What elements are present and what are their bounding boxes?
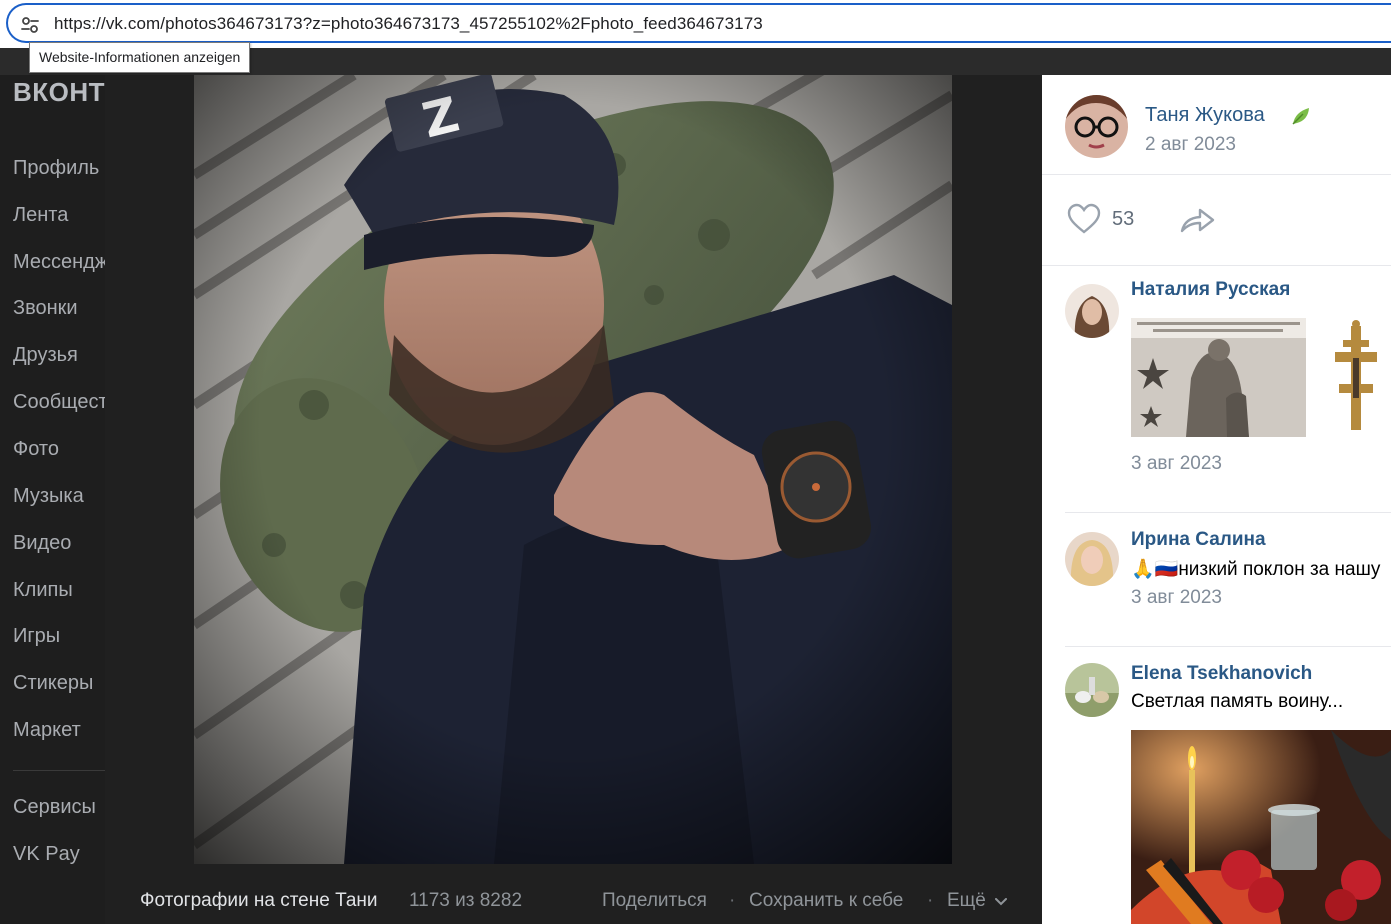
- post-panel: Таня Жукова 2 авг 2023 53 Наталия Русска…: [1042, 75, 1391, 924]
- comment-date[interactable]: 3 авг 2023: [1131, 453, 1222, 475]
- sidebar-item-clips[interactable]: Клипы: [13, 579, 73, 602]
- sidebar-item-profile[interactable]: Профиль: [13, 157, 99, 180]
- sidebar-item-games[interactable]: Игры: [13, 625, 60, 648]
- vk-page: ВКОНТ Профиль Лента Мессендж Звонки Друз…: [0, 48, 1391, 924]
- comment-attachment-image[interactable]: [1131, 318, 1306, 437]
- comment-author[interactable]: Ирина Салина: [1131, 529, 1266, 551]
- more-button[interactable]: Ещё: [947, 890, 986, 912]
- photo[interactable]: Z: [194, 75, 952, 864]
- share-icon[interactable]: [1179, 204, 1217, 236]
- save-button[interactable]: Сохранить к себе: [749, 890, 903, 912]
- url-text[interactable]: https://vk.com/photos364673173?z=photo36…: [54, 14, 763, 34]
- sidebar-item-photos[interactable]: Фото: [13, 438, 59, 461]
- comment-divider: [1065, 512, 1391, 513]
- photo-counter: 1173 из 8282: [409, 890, 523, 911]
- sidebar-item-friends[interactable]: Друзья: [13, 344, 78, 367]
- like-count: 53: [1112, 208, 1135, 230]
- browser-toolbar: https://vk.com/photos364673173?z=photo36…: [0, 0, 1391, 48]
- site-info-tooltip: Website-Informationen anzeigen: [29, 42, 251, 73]
- sidebar-item-video[interactable]: Видео: [13, 532, 71, 555]
- comment-divider: [1065, 646, 1391, 647]
- comment-text: Светлая память воину...: [1131, 691, 1344, 712]
- album-caption[interactable]: Фотографии на стене Тани: [140, 890, 378, 912]
- site-info-icon[interactable]: [18, 13, 42, 37]
- post-header: Таня Жукова 2 авг 2023: [1042, 75, 1391, 175]
- comment-author[interactable]: Наталия Русская: [1131, 279, 1290, 301]
- avatar[interactable]: [1065, 663, 1119, 717]
- sidebar-item-communities[interactable]: Сообщест: [13, 391, 105, 414]
- sidebar-item-music[interactable]: Музыка: [13, 485, 84, 508]
- sidebar-item-services[interactable]: Сервисы: [13, 796, 96, 819]
- share-button[interactable]: Поделиться: [602, 890, 707, 912]
- comment-text: 🙏🇷🇺низкий поклон за нашу: [1131, 559, 1381, 580]
- comment-author[interactable]: Elena Tsekhanovich: [1131, 663, 1312, 685]
- avatar[interactable]: [1065, 95, 1128, 158]
- chevron-down-icon[interactable]: [995, 898, 1007, 906]
- action-separator: ·: [729, 890, 736, 911]
- sidebar-item-vkpay[interactable]: VK Pay: [13, 843, 80, 866]
- comment-attachment-image[interactable]: [1131, 730, 1391, 924]
- action-separator: ·: [927, 890, 934, 911]
- address-bar[interactable]: https://vk.com/photos364673173?z=photo36…: [6, 3, 1391, 43]
- photo-image: Z: [194, 75, 952, 864]
- avatar[interactable]: [1065, 284, 1119, 338]
- sidebar-item-feed[interactable]: Лента: [13, 204, 68, 227]
- heart-icon[interactable]: [1066, 203, 1102, 235]
- post-actions: 53: [1042, 176, 1391, 266]
- sidebar-item-market[interactable]: Маркет: [13, 719, 81, 742]
- leaf-icon: [1292, 108, 1309, 125]
- photo-viewer: Z Фотографии на стене Тани 1173 из 8282 …: [105, 75, 1042, 924]
- sidebar-item-calls[interactable]: Звонки: [13, 297, 78, 320]
- avatar[interactable]: [1065, 532, 1119, 586]
- comment-attachment-image[interactable]: [1321, 318, 1391, 437]
- sidebar-item-stickers[interactable]: Стикеры: [13, 672, 93, 695]
- post-date[interactable]: 2 авг 2023: [1145, 134, 1236, 156]
- sidebar-item-messenger[interactable]: Мессендж: [13, 251, 105, 274]
- comment-date[interactable]: 3 авг 2023: [1131, 587, 1222, 609]
- sidebar-divider: [13, 770, 105, 771]
- left-sidebar: ВКОНТ Профиль Лента Мессендж Звонки Друз…: [0, 75, 105, 924]
- vk-logo[interactable]: ВКОНТ: [13, 77, 105, 108]
- author-name[interactable]: Таня Жукова: [1145, 104, 1265, 127]
